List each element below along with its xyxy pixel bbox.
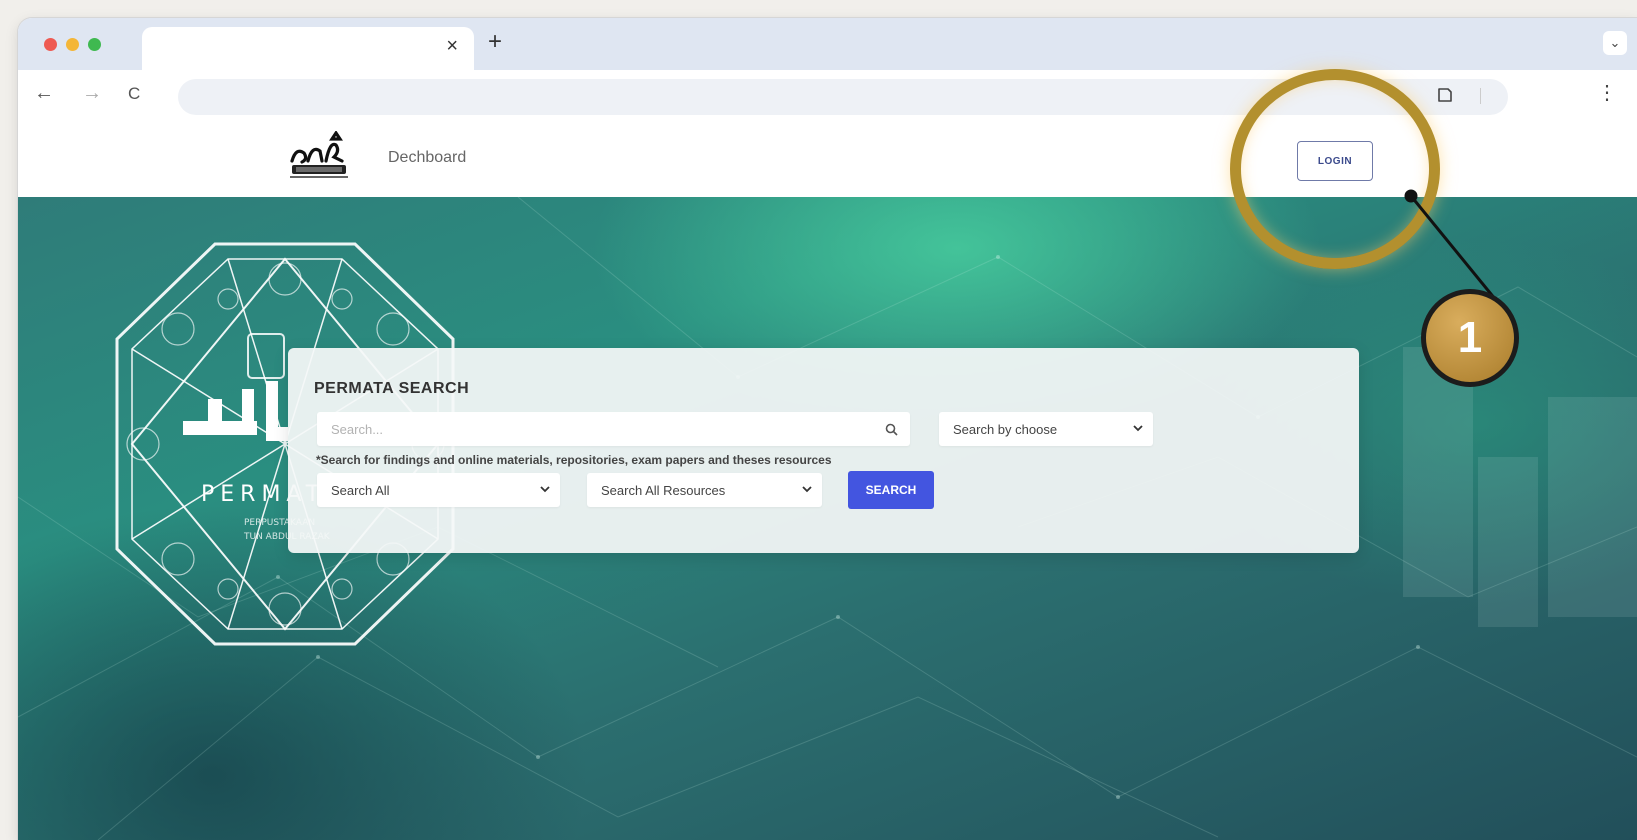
- maximize-window-dot[interactable]: [88, 38, 101, 51]
- tab-close-icon[interactable]: ×: [446, 36, 458, 56]
- search-scope-value: Search by choose: [953, 422, 1058, 437]
- search-button[interactable]: SEARCH: [848, 471, 934, 509]
- forward-arrow-icon[interactable]: →: [82, 83, 102, 103]
- search-hint-text: *Search for findings and online material…: [316, 453, 832, 467]
- nav-dashboard-link[interactable]: Dechboard: [388, 149, 466, 167]
- tab-search-chevron-icon[interactable]: ⌄: [1603, 31, 1627, 55]
- search-scope-select[interactable]: Search by choose: [939, 412, 1153, 446]
- hero-banner: PERMATA PERPUSTAKAAN TUN ABDUL RAZAK PER…: [18, 197, 1637, 840]
- toolbar-separator: [1480, 88, 1481, 104]
- tab-bar: × + ⌄: [18, 18, 1637, 70]
- close-window-dot[interactable]: [44, 38, 57, 51]
- new-tab-icon[interactable]: +: [488, 30, 502, 54]
- search-field-select[interactable]: Search All: [317, 473, 560, 507]
- chevron-down-icon: [540, 486, 550, 493]
- chevron-down-icon: [802, 486, 812, 493]
- browser-tab-active[interactable]: ×: [142, 27, 474, 70]
- permata-logo-icon[interactable]: [286, 131, 352, 183]
- search-input[interactable]: [317, 412, 885, 446]
- minimize-window-dot[interactable]: [66, 38, 79, 51]
- chevron-down-icon: [1133, 425, 1143, 432]
- callout-number-badge: 1: [1421, 289, 1519, 387]
- search-icon[interactable]: [885, 423, 898, 436]
- browser-menu-icon[interactable]: ⋮: [1597, 83, 1617, 103]
- resource-type-value: Search All Resources: [601, 483, 726, 498]
- search-input-wrapper: [317, 412, 910, 446]
- decorative-block: [1548, 397, 1637, 617]
- reload-icon[interactable]: C: [128, 85, 140, 102]
- resource-type-select[interactable]: Search All Resources: [587, 473, 822, 507]
- search-panel: PERMATA SEARCH Search by choose *Search …: [288, 348, 1359, 553]
- decorative-block: [1478, 457, 1538, 627]
- search-field-value: Search All: [331, 483, 390, 498]
- back-arrow-icon[interactable]: ←: [34, 83, 54, 103]
- callout-highlight-ring: [1230, 69, 1440, 269]
- search-title: PERMATA SEARCH: [314, 380, 470, 397]
- extension-icon[interactable]: [1435, 85, 1455, 105]
